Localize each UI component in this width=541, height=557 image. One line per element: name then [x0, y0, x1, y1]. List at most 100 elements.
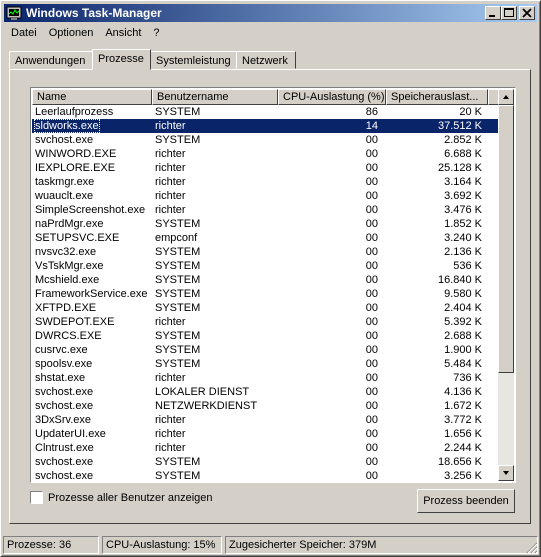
- show-all-users-label: Prozesse aller Benutzer anzeigen: [48, 491, 213, 504]
- table-row[interactable]: FrameworkService.exe SYSTEM 00 9.580 K: [32, 287, 498, 301]
- table-row[interactable]: svchost.exe SYSTEM 00 3.256 K: [32, 469, 498, 481]
- cpu-cell: 00: [365, 176, 378, 188]
- name-cell: DWRCS.EXE: [35, 330, 102, 342]
- name-cell: Mcshield.exe: [35, 274, 100, 286]
- memory-cell: 20 K: [459, 106, 482, 118]
- resize-grip-icon[interactable]: [526, 542, 538, 554]
- user-cell: SYSTEM: [155, 302, 201, 314]
- vertical-scrollbar[interactable]: [498, 89, 514, 481]
- table-row[interactable]: shstat.exe richter 00 736 K: [32, 371, 498, 385]
- show-all-users-checkbox[interactable]: [30, 491, 43, 504]
- column-speicher[interactable]: Speicherauslast...: [386, 89, 488, 105]
- menu-bar: Datei Optionen Ansicht ?: [5, 24, 166, 42]
- close-button[interactable]: [519, 6, 535, 20]
- menu-ansicht[interactable]: Ansicht: [99, 24, 147, 42]
- menu-datei[interactable]: Datei: [5, 24, 43, 42]
- tab-systemleistung[interactable]: Systemleistung: [150, 51, 238, 69]
- table-row[interactable]: Mcshield.exe SYSTEM 00 16.840 K: [32, 273, 498, 287]
- name-cell: svchost.exe: [35, 134, 94, 146]
- cpu-cell: 00: [365, 134, 378, 146]
- memory-cell: 37.512 K: [437, 120, 482, 132]
- name-cell: SimpleScreenshot.exe: [35, 204, 146, 216]
- title-bar[interactable]: Windows Task-Manager: [4, 4, 537, 22]
- user-cell: richter: [155, 316, 186, 328]
- scroll-down-button[interactable]: [498, 465, 514, 481]
- user-cell: richter: [155, 120, 186, 132]
- table-row[interactable]: svchost.exe SYSTEM 00 18.656 K: [32, 455, 498, 469]
- cpu-cell: 00: [365, 470, 378, 481]
- memory-cell: 1.852 K: [444, 218, 482, 230]
- table-row[interactable]: IEXPLORE.EXE richter 00 25.128 K: [32, 161, 498, 175]
- name-cell: IEXPLORE.EXE: [35, 162, 116, 174]
- memory-cell: 536 K: [453, 260, 482, 272]
- table-row[interactable]: DWRCS.EXE SYSTEM 00 2.688 K: [32, 329, 498, 343]
- menu-help[interactable]: ?: [147, 24, 165, 42]
- table-row[interactable]: VsTskMgr.exe SYSTEM 00 536 K: [32, 259, 498, 273]
- memory-cell: 2.404 K: [444, 302, 482, 314]
- table-row[interactable]: svchost.exe NETZWERKDIENST 00 1.672 K: [32, 399, 498, 413]
- table-row[interactable]: svchost.exe SYSTEM 00 2.852 K: [32, 133, 498, 147]
- memory-cell: 1.900 K: [444, 344, 482, 356]
- user-cell: richter: [155, 428, 186, 440]
- menu-optionen[interactable]: Optionen: [43, 24, 100, 42]
- show-all-users-option[interactable]: Prozesse aller Benutzer anzeigen: [30, 491, 212, 504]
- table-row[interactable]: Clntrust.exe richter 00 2.244 K: [32, 441, 498, 455]
- user-cell: SYSTEM: [155, 246, 201, 258]
- memory-cell: 1.672 K: [444, 400, 482, 412]
- cpu-cell: 00: [365, 358, 378, 370]
- cpu-cell: 00: [365, 428, 378, 440]
- table-row[interactable]: WINWORD.EXE richter 00 6.688 K: [32, 147, 498, 161]
- cpu-cell: 00: [365, 162, 378, 174]
- table-row[interactable]: spoolsv.exe SYSTEM 00 5.484 K: [32, 357, 498, 371]
- table-row[interactable]: SETUPSVC.EXE empconf 00 3.240 K: [32, 231, 498, 245]
- table-row[interactable]: SWDEPOT.EXE richter 00 5.392 K: [32, 315, 498, 329]
- cpu-cell: 00: [365, 386, 378, 398]
- table-row[interactable]: UpdaterUI.exe richter 00 1.656 K: [32, 427, 498, 441]
- minimize-icon: [489, 15, 495, 17]
- user-cell: SYSTEM: [155, 358, 201, 370]
- user-cell: empconf: [155, 232, 198, 244]
- table-row[interactable]: naPrdMgr.exe SYSTEM 00 1.852 K: [32, 217, 498, 231]
- cpu-cell: 00: [365, 316, 378, 328]
- table-row[interactable]: sldworks.exe richter 14 37.512 K: [32, 119, 498, 133]
- memory-cell: 2.852 K: [444, 134, 482, 146]
- user-cell: SYSTEM: [155, 470, 201, 481]
- table-row[interactable]: SimpleScreenshot.exe richter 00 3.476 K: [32, 203, 498, 217]
- status-memory: Zugesicherter Speicher: 379M: [225, 536, 538, 554]
- user-cell: richter: [155, 414, 186, 426]
- user-cell: richter: [155, 204, 186, 216]
- cpu-cell: 00: [365, 246, 378, 258]
- end-process-button[interactable]: Prozess beenden: [417, 489, 515, 513]
- memory-cell: 3.772 K: [444, 414, 482, 426]
- user-cell: LOKALER DIENST: [155, 386, 250, 398]
- task-manager-window: Windows Task-Manager Datei Optionen Ansi…: [0, 0, 541, 557]
- cpu-cell: 00: [365, 456, 378, 468]
- table-row[interactable]: nvsvc32.exe SYSTEM 00 2.136 K: [32, 245, 498, 259]
- user-cell: richter: [155, 442, 186, 454]
- tab-anwendungen[interactable]: Anwendungen: [9, 51, 93, 69]
- maximize-icon: [504, 8, 514, 17]
- name-cell: UpdaterUI.exe: [35, 428, 106, 440]
- table-row[interactable]: Leerlaufprozess SYSTEM 86 20 K: [32, 105, 498, 119]
- column-cpu[interactable]: CPU-Auslastung (%): [278, 89, 386, 105]
- window-title: Windows Task-Manager: [26, 6, 162, 20]
- memory-cell: 5.392 K: [444, 316, 482, 328]
- column-name[interactable]: Name: [32, 89, 152, 105]
- table-row[interactable]: cusrvc.exe SYSTEM 00 1.900 K: [32, 343, 498, 357]
- minimize-button[interactable]: [485, 6, 501, 20]
- table-row[interactable]: XFTPD.EXE SYSTEM 00 2.404 K: [32, 301, 498, 315]
- table-row[interactable]: 3DxSrv.exe richter 00 3.772 K: [32, 413, 498, 427]
- process-rows: Leerlaufprozess SYSTEM 86 20 K sldworks.exe r…: [32, 105, 498, 481]
- scroll-up-button[interactable]: [498, 89, 514, 105]
- memory-cell: 6.688 K: [444, 148, 482, 160]
- cpu-cell: 00: [365, 232, 378, 244]
- tab-prozesse[interactable]: Prozesse: [92, 49, 151, 70]
- maximize-button[interactable]: [501, 6, 517, 20]
- column-benutzername[interactable]: Benutzername: [152, 89, 278, 105]
- table-row[interactable]: wuauclt.exe richter 00 3.692 K: [32, 189, 498, 203]
- table-row[interactable]: svchost.exe LOKALER DIENST 00 4.136 K: [32, 385, 498, 399]
- table-row[interactable]: taskmgr.exe richter 00 3.164 K: [32, 175, 498, 189]
- scrollbar-thumb[interactable]: [498, 105, 514, 373]
- process-list[interactable]: Name Benutzername CPU-Auslastung (%) Spe…: [30, 87, 516, 483]
- tab-netzwerk[interactable]: Netzwerk: [236, 51, 296, 69]
